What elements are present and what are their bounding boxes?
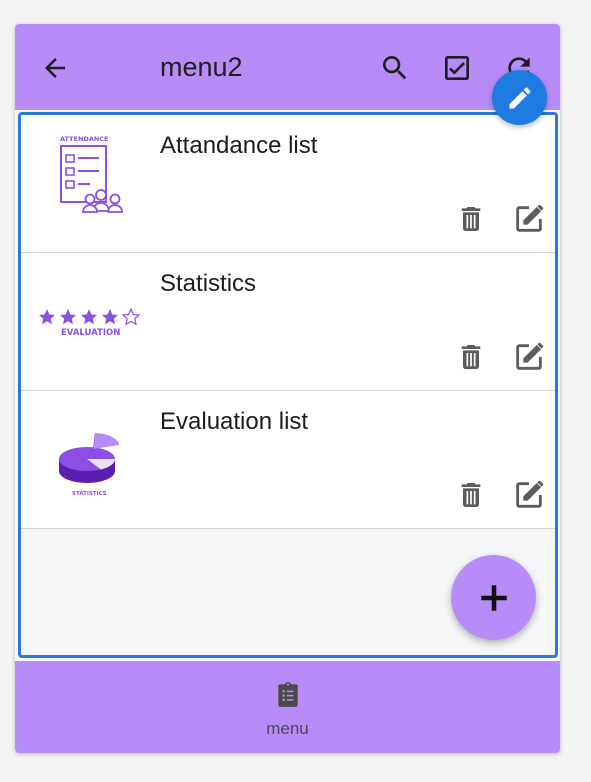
checkbox-icon bbox=[445, 56, 469, 80]
edit-icon bbox=[516, 342, 544, 370]
item-title: Statistics bbox=[160, 270, 257, 297]
edit-mode-fab[interactable] bbox=[492, 70, 547, 125]
edit-icon bbox=[516, 480, 544, 508]
plus-icon bbox=[480, 584, 507, 611]
search-button[interactable] bbox=[375, 48, 415, 88]
bottom-nav-label: menu bbox=[266, 719, 309, 738]
item-title: Evaluation list bbox=[160, 408, 309, 435]
edit-button[interactable] bbox=[511, 201, 547, 237]
svg-text:ATTENDANCE: ATTENDANCE bbox=[60, 135, 109, 143]
item-title: Attandance list bbox=[160, 132, 318, 159]
edit-button[interactable] bbox=[511, 339, 547, 375]
arrow-left-icon bbox=[45, 58, 65, 78]
search-icon bbox=[383, 56, 407, 80]
list-item[interactable]: ATTENDANCE Attandance list bbox=[21, 115, 555, 253]
select-all-button[interactable] bbox=[437, 48, 477, 88]
app-window: menu2 ATTENDANCE Attandance list EVALUAT… bbox=[15, 24, 560, 753]
menu-list: ATTENDANCE Attandance list EVALUATION St… bbox=[18, 112, 558, 658]
delete-button[interactable] bbox=[453, 339, 489, 375]
statistics-image: STATISTICS bbox=[35, 409, 145, 509]
clipboard-list-icon bbox=[277, 682, 298, 707]
svg-text:STATISTICS: STATISTICS bbox=[72, 491, 107, 497]
bottom-nav-menu[interactable] bbox=[274, 681, 302, 709]
delete-icon bbox=[461, 483, 481, 507]
bottom-navigation: menu bbox=[15, 661, 560, 753]
delete-button[interactable] bbox=[453, 477, 489, 513]
add-item-fab[interactable] bbox=[451, 555, 536, 640]
edit-button[interactable] bbox=[511, 477, 547, 513]
list-item[interactable]: STATISTICS Evaluation list bbox=[21, 391, 555, 529]
page-title: menu2 bbox=[160, 52, 243, 82]
edit-icon bbox=[516, 204, 544, 232]
list-item[interactable]: EVALUATION Statistics bbox=[21, 253, 555, 391]
delete-icon bbox=[461, 345, 481, 369]
evaluation-image: EVALUATION bbox=[35, 271, 145, 371]
app-bar: menu2 bbox=[15, 24, 560, 110]
delete-icon bbox=[461, 207, 481, 231]
attendance-image: ATTENDANCE bbox=[35, 133, 145, 233]
pencil-icon bbox=[509, 86, 531, 108]
svg-text:EVALUATION: EVALUATION bbox=[61, 328, 120, 338]
delete-button[interactable] bbox=[453, 201, 489, 237]
back-button[interactable] bbox=[37, 50, 73, 86]
